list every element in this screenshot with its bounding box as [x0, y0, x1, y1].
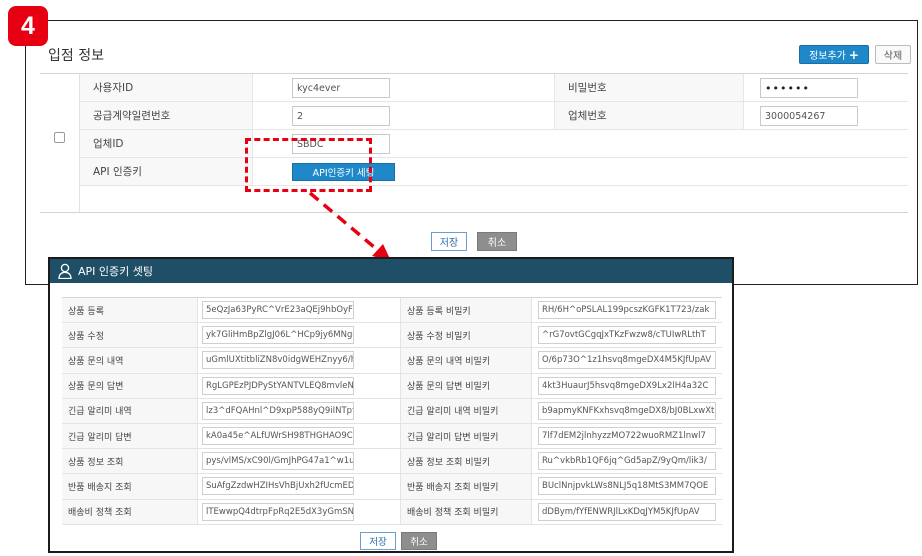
- api-secret-label: 상품 등록 비밀키: [400, 298, 532, 323]
- api-key-row: 긴급 알리미 답변 kA0a45e^ALfUWrSH98THGHAO9Cdid8…: [62, 423, 722, 450]
- add-info-button-label: 정보추가: [809, 51, 846, 62]
- user-id-label: 사용자ID: [80, 74, 253, 101]
- api-key-row: 긴급 알리미 내역 lz3^dFQAHnl^D9xpP588yQ9iINTpfq…: [62, 398, 722, 424]
- api-key-button-highlight: [245, 138, 372, 192]
- api-key-label: 반품 배송지 조회: [62, 474, 198, 499]
- api-key-field[interactable]: yk7GliHmBpZlgJ06L^HCp9jy6MNgqFlUklzpDa: [202, 326, 354, 345]
- api-key-label: 상품 문의 내역: [62, 348, 198, 373]
- modal-save-button[interactable]: 저장: [360, 532, 396, 550]
- api-secret-label: 긴급 알리미 답변 비밀키: [400, 423, 532, 449]
- api-key-label: 상품 수정: [62, 323, 198, 348]
- password-label: 비밀번호: [554, 74, 744, 101]
- api-key-field[interactable]: lz3^dFQAHnl^D9xpP588yQ9iINTpfqSMJklzpD: [202, 401, 354, 420]
- contract-serial-field[interactable]: 2: [292, 106, 390, 126]
- form-row-contract: 공급계약일련번호 2 업체번호 3000054267: [80, 102, 908, 130]
- vendor-number-label: 업체번호: [554, 102, 744, 129]
- api-key-grid: 상품 등록 5eQzJa63PyRC^VrE23aQEj9hbOyF9l0W 상…: [62, 297, 722, 525]
- api-key-field[interactable]: kA0a45e^ALfUWrSH98THGHAO9Cdid8WUklzp: [202, 426, 354, 445]
- panel-title: 입점 정보: [48, 48, 104, 64]
- row-select-column: [40, 74, 80, 212]
- api-secret-field[interactable]: RH/6H^oPSLAL199pcszKGFK1T723/zak: [538, 301, 716, 319]
- api-secret-label: 상품 수정 비밀키: [400, 323, 532, 348]
- api-key-row: 상품 수정 yk7GliHmBpZlgJ06L^HCp9jy6MNgqFlUkl…: [62, 323, 722, 349]
- api-key-field[interactable]: uGmlUXtitbliZN8v0idgWEHZnyy6/hRK: [202, 351, 354, 370]
- api-secret-field[interactable]: BUclNnjpvkLWs8NLJ5q18MtS3MM7QOE: [538, 477, 716, 496]
- api-key-field[interactable]: 5eQzJa63PyRC^VrE23aQEj9hbOyF9l0W: [202, 301, 354, 319]
- row-select-checkbox[interactable]: [54, 132, 65, 143]
- user-id-field[interactable]: kyc4ever: [292, 78, 390, 98]
- form-row-empty: [80, 186, 908, 214]
- api-key-field[interactable]: lTEwwpQ4dtrpFpRq2E5dX3yGmSNczoPg: [202, 502, 354, 521]
- api-key-row: 상품 문의 내역 uGmlUXtitbliZN8v0idgWEHZnyy6/hR…: [62, 348, 722, 374]
- modal-title: API 인증키 셋팅: [78, 265, 153, 278]
- api-key-field[interactable]: RgLGPEzPJDPyStYANTVLEQ8mvleNi5pCJklzpD: [202, 376, 354, 395]
- api-key-label: 긴급 알리미 답변: [62, 423, 198, 449]
- vendor-id-label: 업체ID: [80, 130, 253, 157]
- api-secret-field[interactable]: O/6p73O^1z1hsvq8mgeDX4M5KJfUpAV: [538, 351, 716, 370]
- delete-button[interactable]: 삭제: [875, 45, 911, 64]
- api-secret-field[interactable]: 7lf7dEM2jlnhyzzMO722wuoRMZ1lnwl7: [538, 426, 716, 445]
- form-row-user-id: 사용자ID kyc4ever 비밀번호 ••••••: [80, 74, 908, 102]
- plus-icon: +: [848, 47, 859, 62]
- api-secret-field[interactable]: dDBym/fYfENWRJlLxKDqJYM5KJfUpAV: [538, 502, 716, 521]
- api-key-label: 배송비 정책 조회: [62, 499, 198, 524]
- add-info-button[interactable]: 정보추가 +: [799, 45, 869, 64]
- save-button[interactable]: 저장: [431, 232, 467, 251]
- modal-header: API 인증키 셋팅: [50, 259, 732, 283]
- api-key-label: API 인증키: [80, 158, 253, 185]
- api-secret-field[interactable]: ^rG7ovtGCgqJxTKzFwzw8/cTUIwRLthT: [538, 326, 716, 345]
- password-field[interactable]: ••••••: [760, 78, 858, 98]
- api-key-row: 상품 정보 조회 pys/vlMS/xC90l/GmJhPG47a1^w1u6d…: [62, 449, 722, 475]
- api-secret-label: 반품 배송지 조회 비밀키: [400, 474, 532, 499]
- api-secret-label: 상품 정보 조회 비밀키: [400, 449, 532, 474]
- vendor-number-field[interactable]: 3000054267: [760, 106, 858, 126]
- api-key-field[interactable]: pys/vlMS/xC90l/GmJhPG47a1^w1u6dq: [202, 452, 354, 471]
- store-info-panel: 입점 정보 정보추가 + 삭제 사용자ID kyc4ever 비밀번호 ••••…: [25, 20, 918, 285]
- api-key-field[interactable]: SuAfgZzdwHZIHsVhBjUxh2fUcmEDPHVklzpDa: [202, 477, 354, 496]
- api-key-label: 상품 정보 조회: [62, 449, 198, 474]
- api-key-row: 상품 등록 5eQzJa63PyRC^VrE23aQEj9hbOyF9l0W 상…: [62, 298, 722, 324]
- api-key-label: 긴급 알리미 내역: [62, 398, 198, 423]
- modal-cancel-button[interactable]: 취소: [401, 532, 437, 550]
- api-secret-field[interactable]: 4kt3HuaurJ5hsvq8mgeDX9Lx2lH4a32C: [538, 376, 716, 395]
- api-secret-label: 긴급 알리미 내역 비밀키: [400, 398, 532, 423]
- api-key-row: 반품 배송지 조회 SuAfgZzdwHZIHsVhBjUxh2fUcmEDPH…: [62, 474, 722, 500]
- api-key-row: 배송비 정책 조회 lTEwwpQ4dtrpFpRq2E5dX3yGmSNczo…: [62, 499, 722, 525]
- step-number-badge: 4: [8, 6, 48, 46]
- api-secret-label: 배송비 정책 조회 비밀키: [400, 499, 532, 524]
- form-row-api-key: API 인증키 API인증키 세팅: [80, 158, 908, 186]
- cancel-button[interactable]: 취소: [477, 232, 517, 251]
- api-secret-field[interactable]: Ru^vkbRb1QF6jq^Gd5apZ/9yQm/lik3/: [538, 452, 716, 471]
- contract-serial-label: 공급계약일련번호: [80, 102, 253, 129]
- api-secret-label: 상품 문의 답변 비밀키: [400, 373, 532, 398]
- user-icon: [58, 263, 72, 279]
- api-key-row: 상품 문의 답변 RgLGPEzPJDPyStYANTVLEQ8mvleNi5p…: [62, 373, 722, 399]
- api-key-label: 상품 문의 답변: [62, 373, 198, 398]
- api-key-modal: API 인증키 셋팅 상품 등록 5eQzJa63PyRC^VrE23aQEj9…: [48, 257, 734, 553]
- store-info-form: 사용자ID kyc4ever 비밀번호 •••••• 공급계약일련번호 2 업체…: [40, 73, 908, 213]
- form-row-vendor-id: 업체ID SBDC: [80, 130, 908, 158]
- api-secret-field[interactable]: b9apmyKNFKxhsvq8mgeDX8/bJ0BLxwXt: [538, 401, 716, 420]
- api-secret-label: 상품 문의 내역 비밀키: [400, 348, 532, 373]
- api-key-label: 상품 등록: [62, 298, 198, 323]
